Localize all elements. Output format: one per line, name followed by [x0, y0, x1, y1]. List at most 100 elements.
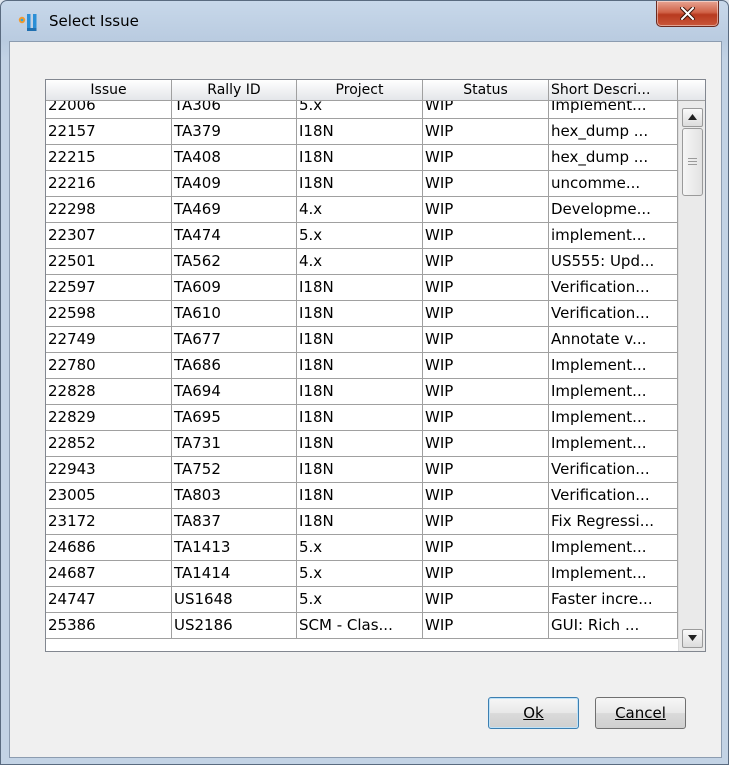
- scroll-down-button[interactable]: [682, 629, 703, 648]
- rally-id-cell: TA409: [172, 171, 297, 197]
- ok-button[interactable]: Ok: [488, 697, 579, 729]
- table-row[interactable]: 22598 TA610 I18N WIP Verification...: [46, 301, 678, 327]
- issue-cell: 22216: [46, 171, 172, 197]
- short-description-cell: Developme...: [549, 197, 678, 223]
- short-description-cell: Verification...: [549, 483, 678, 509]
- short-description-cell: US555: Upd...: [549, 249, 678, 275]
- window-title: Select Issue: [49, 12, 139, 30]
- jetbrains-app-icon: [17, 11, 41, 35]
- table-row[interactable]: 24686 TA1413 5.x WIP Implement...: [46, 535, 678, 561]
- issue-cell: 22597: [46, 275, 172, 301]
- issue-cell: 22852: [46, 431, 172, 457]
- issue-cell: 22298: [46, 197, 172, 223]
- status-cell: WIP: [423, 613, 549, 639]
- status-cell: WIP: [423, 405, 549, 431]
- status-cell: WIP: [423, 483, 549, 509]
- rally-id-cell: TA694: [172, 379, 297, 405]
- rally-id-cell: US2186: [172, 613, 297, 639]
- project-cell: 5.x: [297, 223, 423, 249]
- project-cell: I18N: [297, 301, 423, 327]
- project-cell: 5.x: [297, 101, 423, 119]
- vertical-scrollbar[interactable]: [678, 101, 705, 651]
- status-cell: WIP: [423, 145, 549, 171]
- project-cell: I18N: [297, 327, 423, 353]
- rally-id-cell: TA1413: [172, 535, 297, 561]
- project-cell: I18N: [297, 171, 423, 197]
- table-row[interactable]: 22307 TA474 5.x WIP implement...: [46, 223, 678, 249]
- status-cell: WIP: [423, 101, 549, 119]
- project-cell: I18N: [297, 145, 423, 171]
- column-header-rally-id[interactable]: Rally ID: [172, 80, 297, 100]
- project-cell: I18N: [297, 405, 423, 431]
- table-row[interactable]: 22828 TA694 I18N WIP Implement...: [46, 379, 678, 405]
- issue-cell: 22943: [46, 457, 172, 483]
- arrow-down-icon: [688, 635, 697, 641]
- table-row[interactable]: 22597 TA609 I18N WIP Verification...: [46, 275, 678, 301]
- column-header-status[interactable]: Status: [423, 80, 549, 100]
- project-cell: I18N: [297, 509, 423, 535]
- short-description-cell: Implement...: [549, 101, 678, 119]
- close-x-icon: [680, 7, 695, 20]
- short-description-cell: hex_dump ...: [549, 145, 678, 171]
- column-header-short-description[interactable]: Short Descri...: [549, 80, 678, 100]
- table-row[interactable]: 22298 TA469 4.x WIP Developme...: [46, 197, 678, 223]
- issue-cell: 24686: [46, 535, 172, 561]
- column-header-project[interactable]: Project: [297, 80, 423, 100]
- status-cell: WIP: [423, 509, 549, 535]
- rally-id-cell: TA731: [172, 431, 297, 457]
- table-row[interactable]: 25386 US2186 SCM - Clas... WIP GUI: Rich ...: [46, 613, 678, 639]
- rally-id-cell: TA677: [172, 327, 297, 353]
- short-description-cell: Faster incre...: [549, 587, 678, 613]
- scroll-up-button[interactable]: [682, 108, 703, 127]
- rally-id-cell: US1648: [172, 587, 297, 613]
- issue-table: Issue Rally ID Project Status Short Desc…: [45, 79, 706, 652]
- issue-cell: 22780: [46, 353, 172, 379]
- table-row[interactable]: 22829 TA695 I18N WIP Implement...: [46, 405, 678, 431]
- close-button[interactable]: [656, 1, 719, 27]
- status-cell: WIP: [423, 197, 549, 223]
- scroll-thumb[interactable]: [682, 128, 703, 196]
- project-cell: I18N: [297, 457, 423, 483]
- project-cell: I18N: [297, 119, 423, 145]
- rally-id-cell: TA686: [172, 353, 297, 379]
- rally-id-cell: TA562: [172, 249, 297, 275]
- status-cell: WIP: [423, 561, 549, 587]
- table-row[interactable]: 23005 TA803 I18N WIP Verification...: [46, 483, 678, 509]
- cancel-button[interactable]: Cancel: [595, 697, 686, 729]
- short-description-cell: Verification...: [549, 301, 678, 327]
- status-cell: WIP: [423, 587, 549, 613]
- issue-cell: 24747: [46, 587, 172, 613]
- short-description-cell: Implement...: [549, 431, 678, 457]
- title-bar[interactable]: Select Issue: [1, 1, 728, 41]
- project-cell: 4.x: [297, 249, 423, 275]
- rally-id-cell: TA695: [172, 405, 297, 431]
- table-row[interactable]: 22157 TA379 I18N WIP hex_dump ...: [46, 119, 678, 145]
- issue-cell: 22501: [46, 249, 172, 275]
- table-row[interactable]: 22749 TA677 I18N WIP Annotate v...: [46, 327, 678, 353]
- table-row[interactable]: 22216 TA409 I18N WIP uncomme...: [46, 171, 678, 197]
- table-row[interactable]: 22780 TA686 I18N WIP Implement...: [46, 353, 678, 379]
- table-row[interactable]: 23172 TA837 I18N WIP Fix Regressi...: [46, 509, 678, 535]
- table-row[interactable]: 24747 US1648 5.x WIP Faster incre...: [46, 587, 678, 613]
- issue-cell: 25386: [46, 613, 172, 639]
- status-cell: WIP: [423, 535, 549, 561]
- table-row[interactable]: 24687 TA1414 5.x WIP Implement...: [46, 561, 678, 587]
- table-row[interactable]: 22501 TA562 4.x WIP US555: Upd...: [46, 249, 678, 275]
- rally-id-cell: TA306: [172, 101, 297, 119]
- short-description-cell: Verification...: [549, 457, 678, 483]
- status-cell: WIP: [423, 431, 549, 457]
- short-description-cell: Verification...: [549, 275, 678, 301]
- table-row[interactable]: 22215 TA408 I18N WIP hex_dump ...: [46, 145, 678, 171]
- status-cell: WIP: [423, 223, 549, 249]
- short-description-cell: Fix Regressi...: [549, 509, 678, 535]
- rally-id-cell: TA609: [172, 275, 297, 301]
- short-description-cell: Implement...: [549, 535, 678, 561]
- table-row[interactable]: 22006 TA306 5.x WIP Implement...: [46, 101, 678, 119]
- table-row[interactable]: 22943 TA752 I18N WIP Verification...: [46, 457, 678, 483]
- table-row[interactable]: 22852 TA731 I18N WIP Implement...: [46, 431, 678, 457]
- project-cell: I18N: [297, 353, 423, 379]
- project-cell: 5.x: [297, 561, 423, 587]
- column-header-issue[interactable]: Issue: [46, 80, 172, 100]
- dialog-body: Issue Rally ID Project Status Short Desc…: [9, 41, 722, 758]
- short-description-cell: Implement...: [549, 561, 678, 587]
